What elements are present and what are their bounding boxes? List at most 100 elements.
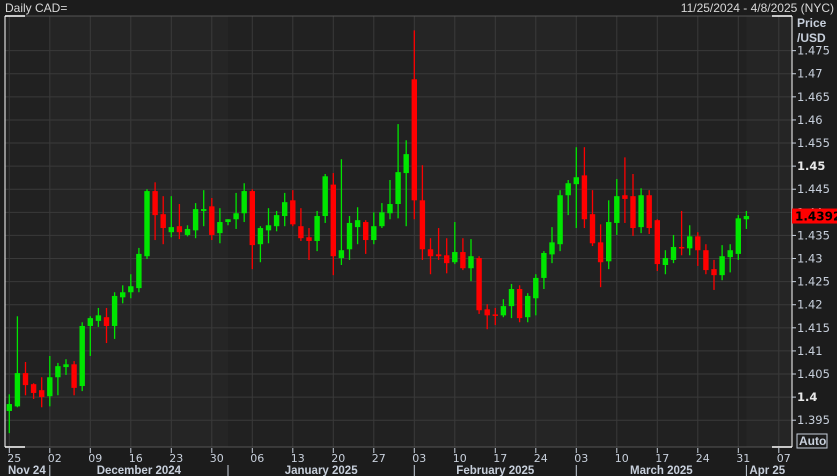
candle-down[interactable] xyxy=(646,190,652,235)
candle-body xyxy=(411,79,417,201)
candle-body xyxy=(395,172,401,205)
x-tick-label: 09 xyxy=(88,452,102,465)
candle-body xyxy=(111,295,118,326)
candle-body xyxy=(306,237,312,241)
y-tick-label: 1.45 xyxy=(797,159,825,173)
candle-body xyxy=(662,258,669,265)
auto-scale-button[interactable]: Auto xyxy=(796,433,828,449)
candle-body xyxy=(22,373,29,386)
candle-down[interactable] xyxy=(654,219,660,271)
candle-body xyxy=(654,220,660,265)
candle-body xyxy=(209,206,215,235)
candle-body xyxy=(687,236,693,249)
candle-body xyxy=(500,306,507,316)
candle-down[interactable] xyxy=(516,285,523,323)
candle-body xyxy=(484,309,490,316)
candle-body xyxy=(403,154,409,174)
candle-body xyxy=(14,373,21,407)
candle-body xyxy=(6,404,12,411)
x-tick-label: 31 xyxy=(736,452,750,465)
candle-up[interactable] xyxy=(557,190,563,252)
y-axis-unit-usd: /USD xyxy=(797,31,826,45)
candle-up[interactable] xyxy=(322,173,328,223)
y-tick-label: 1.425 xyxy=(797,275,830,289)
candle-body xyxy=(103,317,110,326)
candle-body xyxy=(201,209,207,211)
candle-body xyxy=(55,366,61,378)
candle-up[interactable] xyxy=(136,247,142,293)
candle-body xyxy=(338,250,345,259)
candle-body xyxy=(217,222,223,234)
candle-body xyxy=(233,213,239,220)
x-tick-label: 07 xyxy=(777,452,791,465)
candle-body xyxy=(419,200,426,250)
candle-body xyxy=(282,202,288,217)
candle-body xyxy=(581,175,588,220)
y-tick-label: 1.395 xyxy=(797,413,830,427)
candle-body xyxy=(743,216,750,220)
candle-body xyxy=(39,390,45,398)
month-label: February 2025 xyxy=(456,465,535,476)
month-band xyxy=(746,16,792,447)
y-tick-label: 1.4 xyxy=(797,390,817,404)
candle-body xyxy=(354,220,361,228)
candle-body xyxy=(71,364,77,388)
y-tick-label: 1.435 xyxy=(797,228,830,242)
candle-body xyxy=(379,212,385,227)
y-tick-label: 1.445 xyxy=(797,182,830,196)
candle-body xyxy=(241,191,247,214)
last-price-value: 1.4392 xyxy=(795,210,837,224)
candle-body xyxy=(630,196,636,229)
candle-body xyxy=(727,250,733,258)
auto-button-label[interactable]: Auto xyxy=(799,434,826,448)
x-tick-label: 02 xyxy=(48,452,62,465)
x-tick-label: 06 xyxy=(250,452,264,465)
candle-body xyxy=(87,318,93,326)
y-tick-label: 1.47 xyxy=(797,67,823,81)
month-label: January 2025 xyxy=(285,465,358,476)
candle-up[interactable] xyxy=(144,189,150,259)
candle-body xyxy=(330,184,336,257)
candlestick-chart[interactable]: 1.395 1.4 1.405 1.41 1.415 1.42 1.425 1.43 1.435… xyxy=(0,0,837,476)
x-tick-label: 03 xyxy=(574,452,588,465)
candle-body xyxy=(184,228,191,235)
x-tick-label: 13 xyxy=(291,452,305,465)
candle-body xyxy=(565,183,571,196)
candle-body xyxy=(257,228,264,245)
x-tick-label: 03 xyxy=(412,452,426,465)
candle-body xyxy=(273,215,280,227)
candle-body xyxy=(646,195,652,229)
x-tick-label: 17 xyxy=(655,452,669,465)
y-tick-label: 1.475 xyxy=(797,44,830,58)
candle-body xyxy=(435,254,442,257)
candle-body xyxy=(47,377,53,397)
candle-body xyxy=(614,196,620,223)
month-label: March 2025 xyxy=(630,465,693,476)
candle-down[interactable] xyxy=(476,256,482,314)
candle-body xyxy=(468,256,474,269)
y-tick-label: 1.43 xyxy=(797,252,823,266)
candle-up[interactable] xyxy=(79,322,85,392)
x-tick-label: 10 xyxy=(453,452,467,465)
candle-body xyxy=(136,253,142,289)
y-tick-label: 1.405 xyxy=(797,367,830,381)
candle-body xyxy=(160,214,166,229)
candle-body xyxy=(63,364,69,368)
candle-body xyxy=(719,256,725,276)
candle-body xyxy=(322,176,328,217)
candle-body xyxy=(128,286,134,293)
candle-body xyxy=(192,209,199,231)
candle-body xyxy=(346,222,353,250)
x-tick-label: 30 xyxy=(210,452,224,465)
candle-body xyxy=(371,226,377,241)
candle-body xyxy=(290,200,296,225)
y-tick-label: 1.465 xyxy=(797,90,830,104)
candle-body xyxy=(735,218,741,254)
candle-body xyxy=(444,255,450,264)
candle-body xyxy=(79,325,85,387)
candle-body xyxy=(549,242,555,255)
candle-body xyxy=(492,314,498,316)
last-price-tag: 1.4392 xyxy=(792,208,837,224)
candle-body xyxy=(144,191,150,257)
candle-up[interactable] xyxy=(735,215,741,260)
